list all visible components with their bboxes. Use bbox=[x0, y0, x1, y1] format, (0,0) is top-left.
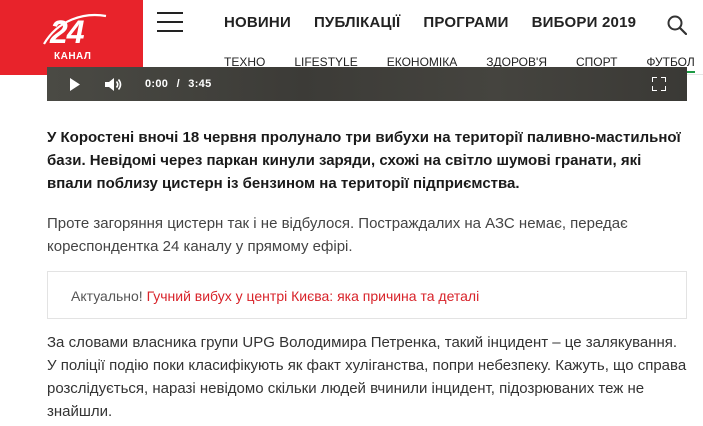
main-nav: НОВИНИ ПУБЛІКАЦІЇ ПРОГРАМИ ВИБОРИ 2019 bbox=[224, 14, 659, 31]
play-icon[interactable] bbox=[69, 78, 81, 91]
nav-item-publications[interactable]: ПУБЛІКАЦІЇ bbox=[314, 14, 400, 31]
nav-item-programs[interactable]: ПРОГРАМИ bbox=[423, 14, 508, 31]
nav-item-elections[interactable]: ВИБОРИ 2019 bbox=[532, 14, 637, 31]
related-news: Актуально! Гучний вибух у центрі Києва: … bbox=[71, 288, 479, 304]
fullscreen-icon[interactable] bbox=[652, 77, 666, 91]
related-label: Актуально! bbox=[71, 288, 147, 304]
video-duration: 3:45 bbox=[188, 78, 212, 90]
related-news-link[interactable]: Гучний вибух у центрі Києва: яка причина… bbox=[147, 288, 480, 304]
logo-name: КАНАЛ bbox=[54, 51, 92, 62]
site-header: 24 КАНАЛ НОВИНИ ПУБЛІКАЦІЇ ПРОГРАМИ ВИБО… bbox=[0, 0, 703, 75]
video-player-controls[interactable]: 0:00 / 3:45 bbox=[47, 67, 687, 101]
article-lead: У Коростені вночі 18 червня пролунало тр… bbox=[47, 129, 681, 192]
logo-number: 24 bbox=[50, 14, 85, 50]
site-logo[interactable]: 24 КАНАЛ bbox=[0, 0, 143, 75]
menu-icon[interactable] bbox=[157, 12, 183, 36]
related-news-box: Актуально! Гучний вибух у центрі Києва: … bbox=[47, 271, 687, 319]
article-paragraph: Проте загоряння цистерн так і не відбуло… bbox=[47, 215, 628, 255]
search-icon[interactable] bbox=[667, 15, 687, 35]
video-current-time: 0:00 bbox=[145, 78, 169, 90]
article-paragraph: За словами власника групи UPG Володимира… bbox=[47, 334, 687, 420]
volume-icon[interactable] bbox=[105, 77, 123, 92]
video-time-separator: / bbox=[176, 78, 180, 90]
video-frame bbox=[47, 67, 687, 101]
nav-item-news[interactable]: НОВИНИ bbox=[224, 14, 291, 31]
video-time: 0:00 / 3:45 bbox=[145, 78, 212, 90]
